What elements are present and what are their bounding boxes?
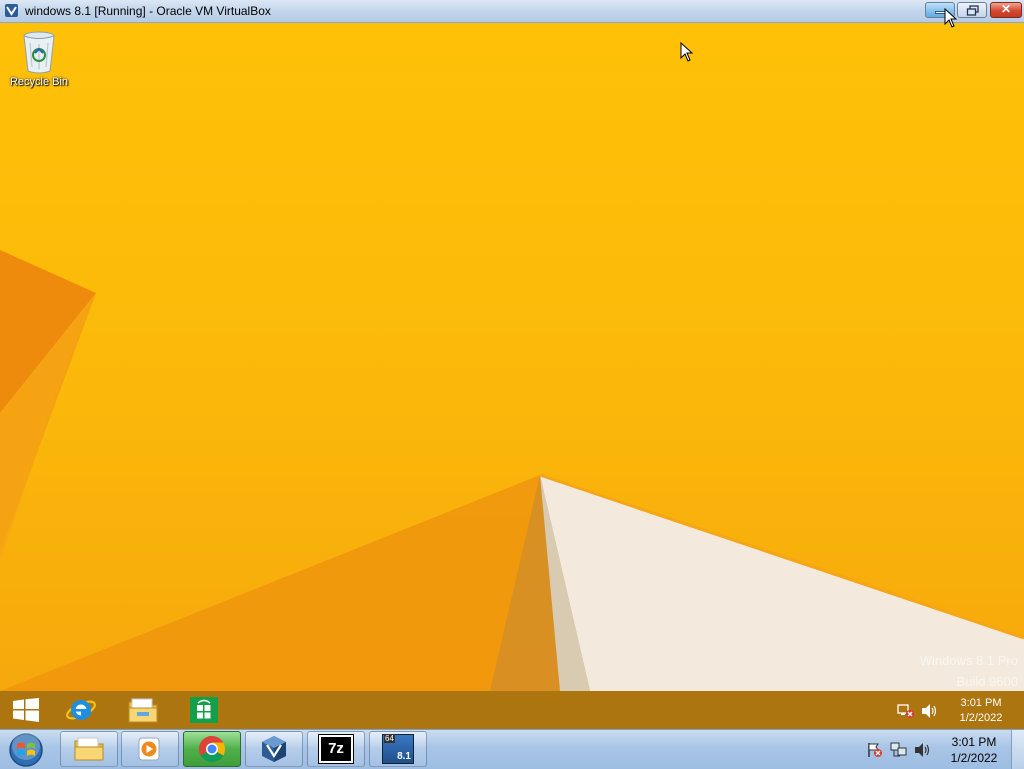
start-icon bbox=[13, 698, 39, 722]
host-taskbar-file-explorer[interactable] bbox=[60, 731, 118, 767]
chrome-icon bbox=[198, 735, 226, 763]
media-player-icon bbox=[138, 737, 160, 761]
guest-taskbar-file-explorer[interactable] bbox=[117, 693, 169, 727]
virtualbox-icon bbox=[5, 4, 18, 17]
guest-desktop[interactable]: Recycle Bin Windows 8.1 Pro Build 9600 bbox=[0, 23, 1024, 691]
windows-version-watermark: Windows 8.1 Pro Build 9600 bbox=[920, 650, 1018, 691]
host-taskbar-media-player[interactable] bbox=[121, 731, 179, 767]
guest-clock-date: 1/2/2022 bbox=[959, 712, 1003, 724]
volume-icon[interactable] bbox=[921, 703, 939, 719]
host-clock-date: 1/2/2022 bbox=[950, 751, 998, 765]
guest-taskbar: 3:01 PM 1/2/2022 bbox=[0, 691, 1024, 729]
internet-explorer-icon bbox=[66, 700, 96, 720]
file-explorer-icon bbox=[74, 737, 104, 761]
windows-store-icon bbox=[190, 697, 218, 723]
host-window-title: windows 8.1 [Running] - Oracle VM Virtua… bbox=[25, 4, 271, 18]
guest-start-button[interactable] bbox=[0, 693, 52, 727]
virtualbox-icon bbox=[262, 736, 286, 762]
guest-clock[interactable]: 3:01 PM 1/2/2022 bbox=[948, 696, 1014, 726]
host-taskbar-7zip[interactable]: 7z bbox=[307, 731, 365, 767]
vm-badge-arch: 64 bbox=[384, 734, 395, 743]
mouse-cursor-icon bbox=[680, 42, 694, 62]
7zip-icon: 7z bbox=[318, 734, 354, 764]
host-taskbar: 7z 64 8.1 3:01 PM 1/2/2022 bbox=[0, 729, 1024, 769]
windows-start-orb-icon[interactable] bbox=[6, 732, 46, 768]
file-explorer-icon bbox=[128, 698, 158, 723]
windows-8-1-vm-icon: 64 8.1 bbox=[382, 734, 414, 764]
restore-icon bbox=[966, 5, 979, 16]
host-window-titlebar[interactable]: windows 8.1 [Running] - Oracle VM Virtua… bbox=[0, 0, 1024, 23]
network-icon[interactable] bbox=[890, 742, 908, 758]
network-disconnected-icon[interactable] bbox=[897, 703, 915, 719]
volume-icon[interactable] bbox=[914, 742, 932, 758]
host-clock[interactable]: 3:01 PM 1/2/2022 bbox=[938, 734, 1010, 766]
watermark-build: Build 9600 bbox=[956, 674, 1018, 689]
host-taskbar-chrome[interactable] bbox=[183, 731, 241, 767]
guest-clock-time: 3:01 PM bbox=[960, 697, 1002, 709]
restore-button[interactable] bbox=[957, 2, 987, 18]
close-icon: ✕ bbox=[1000, 2, 1012, 16]
host-mouse-cursor-icon bbox=[944, 8, 958, 28]
guest-taskbar-internet-explorer[interactable] bbox=[55, 693, 107, 727]
desktop-wallpaper bbox=[0, 250, 1024, 691]
vm-badge-version: 8.1 bbox=[397, 751, 411, 762]
host-clock-time: 3:01 PM bbox=[951, 735, 997, 749]
host-taskbar-windows-8-1-vm[interactable]: 64 8.1 bbox=[369, 731, 427, 767]
desktop-icon-label: Recycle Bin bbox=[9, 76, 69, 88]
watermark-edition: Windows 8.1 Pro bbox=[919, 653, 1018, 668]
desktop-icon-recycle-bin[interactable]: Recycle Bin bbox=[6, 29, 72, 88]
close-button[interactable]: ✕ bbox=[990, 2, 1022, 18]
recycle-bin-icon bbox=[23, 31, 55, 74]
host-taskbar-virtualbox[interactable] bbox=[245, 731, 303, 767]
guest-taskbar-windows-store[interactable] bbox=[178, 693, 230, 727]
show-desktop-button[interactable] bbox=[1011, 730, 1024, 769]
7zip-icon-label: 7z bbox=[328, 740, 344, 757]
action-center-icon[interactable] bbox=[866, 742, 884, 758]
